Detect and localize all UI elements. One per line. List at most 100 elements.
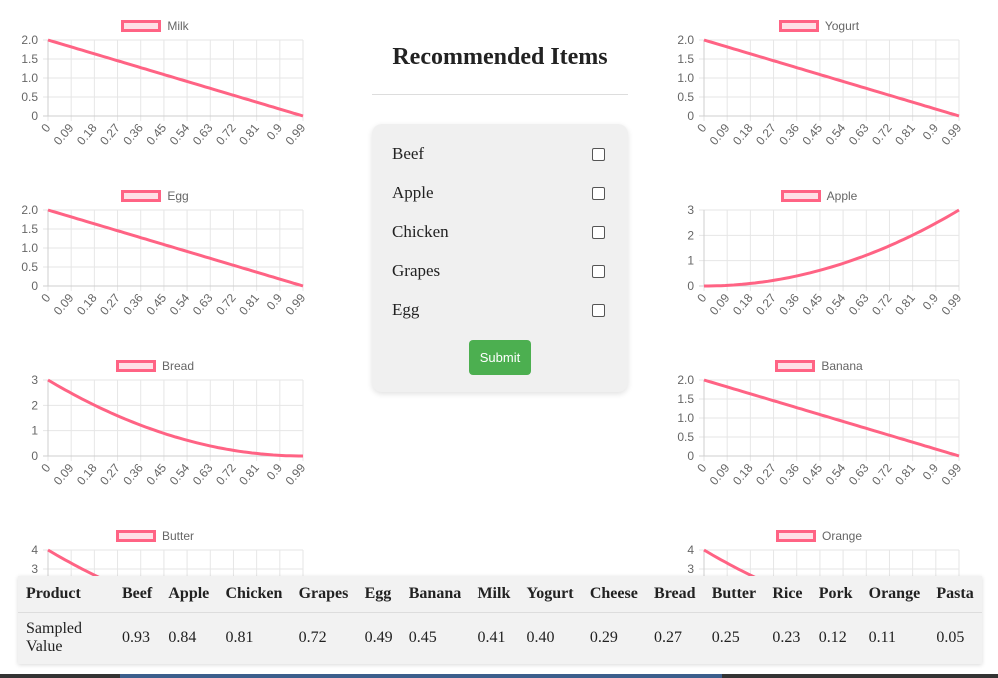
chart-apple: Apple 0 1 2 3 0 0.09 0.18 0.27 0.36 0.45 0.54 0.63 0.…	[664, 180, 974, 350]
x-tick-label: 0.27	[753, 291, 779, 318]
x-tick-label: 0.36	[120, 461, 146, 488]
x-tick-label: 0.45	[143, 121, 169, 148]
x-tick-label: 0.09	[51, 121, 77, 148]
item-label: Apple	[392, 183, 434, 202]
table-cell: 0.41	[477, 629, 506, 647]
y-tick-label: 3	[687, 562, 694, 576]
x-tick-label: 0.63	[846, 461, 872, 488]
item-row-apple[interactable]: Apple	[392, 181, 608, 205]
item-label: Beef	[392, 144, 425, 163]
table-cell: 0.93	[122, 629, 150, 647]
y-tick-label: 1.0	[21, 71, 38, 85]
bottom-bar-segment	[120, 674, 722, 678]
item-label: Egg	[392, 300, 420, 319]
x-tick-label: 0.45	[799, 121, 825, 148]
y-tick-label: 0.5	[677, 90, 694, 104]
chart-plot: 34	[687, 543, 960, 580]
table-cell: 0.11	[868, 629, 897, 647]
chart-egg: Egg 0 0.5 1.0 1.5 2.0 0 0.09 0.18 0.27 0.36 0.45 0.5…	[0, 180, 310, 350]
table-cell: 0.29	[589, 629, 618, 647]
x-tick-label: 0.63	[846, 121, 872, 148]
table-header-cell: Cheese	[581, 576, 647, 613]
table-cell: 0.84	[168, 629, 197, 647]
item-checkbox[interactable]	[592, 186, 605, 200]
x-tick-label: 0.54	[167, 291, 193, 318]
x-tick-label: 0.81	[892, 121, 918, 148]
x-tick-label: 0.36	[776, 461, 802, 488]
item-row-beef[interactable]: Beef	[392, 142, 608, 166]
item-row-chicken[interactable]: Chicken	[392, 220, 608, 244]
x-tick-label: 0.54	[823, 461, 849, 488]
table-header-cell: Pasta	[928, 576, 982, 613]
item-checkbox[interactable]	[592, 147, 605, 161]
x-tick-label: 0.63	[190, 461, 216, 488]
y-tick-label: 3	[31, 562, 38, 576]
y-tick-label: 1.5	[21, 222, 38, 236]
item-checkbox[interactable]	[592, 303, 605, 317]
chart-plot: 012300.090.180.270.360.450.540.630.720.8…	[687, 203, 964, 318]
x-tick-label: 0.09	[707, 121, 733, 148]
table-cell: 0.05	[936, 629, 965, 647]
x-tick-label: 0.45	[799, 291, 825, 318]
y-tick-label: 4	[687, 543, 694, 557]
x-tick-label: 0.99	[939, 461, 965, 488]
x-tick-label: 0.63	[846, 291, 872, 318]
item-label: Grapes	[392, 261, 441, 280]
x-tick-label: 0	[38, 121, 53, 135]
table-cell: 0.27	[654, 629, 683, 647]
y-tick-label: 1.0	[677, 71, 694, 85]
table-header-cell: Milk	[469, 576, 519, 613]
chart-plot: 34	[31, 543, 304, 580]
table-cell: 0.72	[298, 629, 327, 647]
chart-plot: 012300.090.180.270.360.450.540.630.720.8…	[31, 373, 309, 488]
y-tick-label: 1	[31, 424, 38, 438]
x-tick-label: 0.18	[730, 121, 756, 148]
x-tick-label: 0.18	[74, 461, 100, 488]
x-tick-label: 0.27	[753, 121, 779, 148]
chart-orange: Orange 3 4	[664, 520, 974, 580]
y-tick-label: 2.0	[21, 203, 38, 217]
y-tick-label: 0.5	[677, 430, 694, 444]
x-tick-label: 0.27	[753, 461, 779, 488]
y-tick-label: 1.0	[677, 411, 694, 425]
table-header-cell: Chicken	[217, 576, 291, 613]
table-header-product: Product	[18, 576, 114, 613]
x-tick-label: 0.09	[707, 291, 733, 318]
x-tick-label: 0.36	[776, 121, 802, 148]
x-tick-label: 0.81	[236, 121, 262, 148]
series-line	[704, 208, 960, 288]
chart-plot: 00.51.01.52.000.090.180.270.360.450.540.…	[677, 33, 965, 148]
x-tick-label: 0.81	[892, 461, 918, 488]
item-row-egg[interactable]: Egg	[392, 298, 608, 322]
table-header-cell: Yogurt	[518, 576, 582, 613]
y-tick-label: 2.0	[677, 373, 694, 387]
y-tick-label: 2	[31, 398, 38, 412]
chart-yogurt: Yogurt 0 0.5 1.0 1.5 2.0 0 0.09 0.18 0.27 0.36 0.45…	[664, 10, 974, 180]
x-tick-label: 0.09	[51, 461, 77, 488]
chart-butter: Butter 3 4	[0, 520, 310, 580]
page-title: Recommended Items	[392, 44, 608, 70]
table-header-cell: Beef	[114, 576, 161, 613]
table-header-cell: Orange	[860, 576, 929, 613]
item-checkbox[interactable]	[592, 264, 605, 278]
x-tick-label: 0.72	[213, 291, 239, 318]
x-tick-label: 0.99	[283, 291, 309, 318]
x-tick-label: 0	[38, 291, 53, 305]
table-header-row: Product Beef Apple Chicken Grapes Egg Banana M…	[18, 576, 982, 613]
item-checkbox[interactable]	[592, 225, 605, 239]
table-cell: 0.45	[408, 629, 437, 647]
x-tick-label: 0.99	[283, 461, 309, 488]
y-tick-label: 4	[31, 543, 38, 557]
table-cell: 0.23	[772, 629, 801, 647]
y-tick-label: 0	[31, 449, 38, 463]
submit-button[interactable]: Submit	[469, 340, 531, 375]
x-tick-label: 0.54	[167, 121, 193, 148]
item-row-grapes[interactable]: Grapes	[392, 259, 608, 283]
x-tick-label: 0.99	[939, 121, 965, 148]
series-line	[47, 378, 303, 458]
y-tick-label: 1.5	[677, 392, 694, 406]
recommendation-panel: Beef Apple Chicken Grapes Egg Submit	[372, 124, 628, 392]
y-tick-label: 0	[687, 449, 694, 463]
x-tick-label: 0.72	[869, 461, 895, 488]
y-tick-label: 1.5	[21, 52, 38, 66]
